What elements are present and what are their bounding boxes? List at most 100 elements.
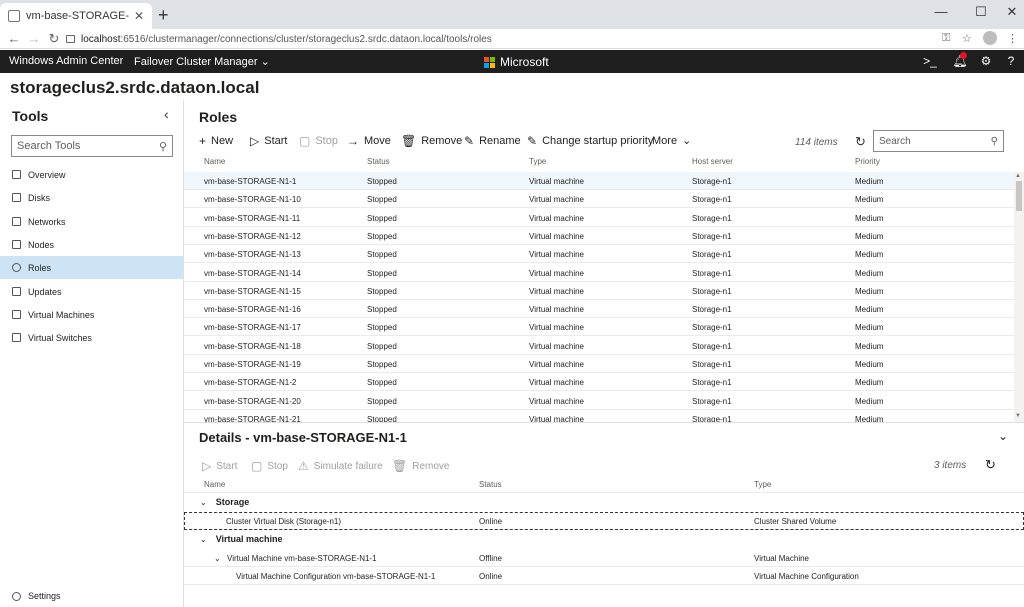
scroll-up-icon[interactable]: ▲ [1015,173,1021,179]
new-button[interactable]: + New [199,134,233,148]
close-tab-icon[interactable]: ✕ [134,9,144,23]
sidebar-item-roles[interactable]: Roles [0,256,183,279]
help-icon[interactable]: ? [1003,54,1019,68]
column-header-host[interactable]: Host server [692,157,733,166]
table-row[interactable]: vm-base-STORAGE-N1-15 Stopped Virtual mach… [184,282,1014,300]
refresh-icon[interactable]: ↻ [855,134,866,150]
table-row[interactable]: Virtual Machine Configuration vm-base-ST… [184,567,1024,585]
sidebar-item-networks[interactable]: Networks [0,210,183,233]
pencil-icon: ✎ [464,134,475,148]
sidebar-item-disks[interactable]: Disks [0,186,183,209]
back-arrow-icon[interactable]: ← [6,31,22,46]
group-storage[interactable]: ⌄ Storage [200,497,249,507]
cell-priority: Medium [855,213,884,223]
cell-type: Virtual machine [529,286,584,296]
new-tab-button[interactable]: + [158,5,169,26]
cell-name: vm-base-STORAGE-N1-15 [204,286,301,296]
settings-link[interactable]: Settings [12,591,61,601]
roles-heading: Roles [199,109,238,125]
expand-chevron-icon[interactable]: ⌄ [214,554,221,563]
cell-host: Storage-n1 [692,268,732,278]
cell-name: vm-base-STORAGE-N1-11 [204,213,301,223]
key-icon[interactable]: ⚿ [942,32,950,45]
table-row[interactable]: vm-base-STORAGE-N1-16 Stopped Virtual mach… [184,300,1014,319]
move-button[interactable]: → Move [347,134,391,148]
cell-type: Virtual machine [529,177,584,186]
collapse-chevron-icon[interactable]: ‹ [164,106,169,122]
column-header-type[interactable]: Type [529,157,546,166]
browser-menu-icon[interactable]: ⋮ [1007,32,1018,45]
table-row[interactable]: vm-base-STORAGE-N1-11 Stopped Virtual mach… [184,209,1014,227]
app-brand[interactable]: Windows Admin Center [9,55,123,67]
column-header-name[interactable]: Name [204,157,225,166]
details-start-button[interactable]: ▷ Start [202,459,237,473]
table-row[interactable]: vm-base-STORAGE-N1-10 Stopped Virtual mach… [184,190,1014,209]
table-row[interactable]: vm-base-STORAGE-N1-21 Stopped Virtual mach… [184,410,1014,422]
close-window-icon[interactable]: ✕ [1002,4,1022,20]
table-row[interactable]: Cluster Virtual Disk (Storage-n1) Online… [184,512,1024,530]
sidebar-item-nodes[interactable]: Nodes [0,233,183,256]
cell-host: Storage-n1 [692,286,732,296]
change-priority-button[interactable]: ✎ Change startup priority [527,134,653,148]
profile-avatar[interactable] [983,31,997,45]
cell-priority: Medium [855,250,884,260]
rename-label: Rename [479,135,521,147]
server-icon [12,240,21,249]
table-row[interactable]: ⌄ Virtual Machine vm-base-STORAGE-N1-1 O… [184,549,1024,567]
table-row[interactable]: vm-base-STORAGE-N1-2 Stopped Virtual machi… [184,373,1014,392]
scrollbar-thumb[interactable] [1016,181,1022,211]
browser-tab[interactable]: vm-base-STORAGE-N1-1 - Roles ✕ [0,3,152,29]
sidebar-item-virtual-switches[interactable]: Virtual Switches [0,326,183,349]
details-stop-label: Stop [267,460,288,472]
move-label: Move [364,135,391,147]
scroll-down-icon[interactable]: ▼ [1015,413,1021,419]
table-row[interactable]: vm-base-STORAGE-N1-19 Stopped Virtual mach… [184,355,1014,373]
table-row[interactable]: vm-base-STORAGE-N1-20 Stopped Virtual mach… [184,392,1014,410]
simulate-failure-button[interactable]: ⚠ Simulate failure [298,459,383,473]
table-row[interactable]: vm-base-STORAGE-N1-14 Stopped Virtual mach… [184,264,1014,282]
sidebar-item-overview[interactable]: Overview [0,163,183,186]
reload-icon[interactable]: ↻ [46,31,62,47]
sidebar-item-updates[interactable]: Updates [0,280,183,303]
cell-host: Storage-n1 [692,396,732,406]
rename-button[interactable]: ✎ Rename [464,134,521,148]
url-field[interactable]: localhost:6516/clustermanager/connection… [66,30,932,48]
microsoft-label: Microsoft [500,55,549,69]
group-virtual-machine[interactable]: ⌄ Virtual machine [200,534,283,544]
table-row[interactable]: vm-base-STORAGE-N1-12 Stopped Virtual mach… [184,227,1014,245]
table-row[interactable]: vm-base-STORAGE-N1-13 Stopped Virtual mach… [184,245,1014,264]
search-icon: ⚲ [990,135,998,147]
maximize-icon[interactable]: ☐ [971,4,991,20]
settings-gear-icon[interactable]: ⚙ [978,54,994,68]
details-stop-button[interactable]: ▢ Stop [251,459,288,473]
table-row[interactable]: vm-base-STORAGE-N1-17 Stopped Virtual mach… [184,318,1014,337]
roles-search-input[interactable]: Search ⚲ [873,130,1004,152]
details-start-label: Start [216,460,238,472]
tab-title: vm-base-STORAGE-N1-1 - Roles [26,10,130,22]
cell-host: Storage-n1 [692,360,732,369]
cell-type: Virtual machine [529,231,584,241]
minimize-icon[interactable]: — [931,4,951,19]
context-switcher[interactable]: Failover Cluster Manager ⌄ [134,55,270,68]
forward-arrow-icon[interactable]: → [26,31,42,46]
chevron-down-icon[interactable]: ⌄ [998,429,1008,443]
stop-button[interactable]: ▢ Stop [299,134,338,148]
table-row[interactable]: vm-base-STORAGE-N1-18 Stopped Virtual mach… [184,337,1014,355]
sidebar-item-virtual-machines[interactable]: Virtual Machines [0,303,183,326]
more-button[interactable]: More ⌄ [652,134,691,148]
remove-button[interactable]: 🗑︎ Remove [401,134,462,148]
powershell-icon[interactable]: >_ [922,54,938,68]
start-button[interactable]: ▷ Start [250,134,287,148]
cell-host: Storage-n1 [692,378,732,388]
refresh-icon[interactable]: ↻ [985,457,996,473]
star-icon[interactable]: ☆ [962,32,972,45]
cell-status: Stopped [367,250,397,260]
column-header-status[interactable]: Status [367,157,390,166]
details-remove-button[interactable]: 🗑︎ Remove [392,459,449,473]
page-favicon-icon [8,10,20,22]
column-header-priority[interactable]: Priority [855,157,880,166]
table-row[interactable]: vm-base-STORAGE-N1-1 Stopped Virtual machi… [184,172,1014,190]
remove-label: Remove [421,135,463,147]
search-tools-input[interactable]: Search Tools ⚲ [11,135,173,157]
cell-type: Virtual Machine [754,554,809,563]
